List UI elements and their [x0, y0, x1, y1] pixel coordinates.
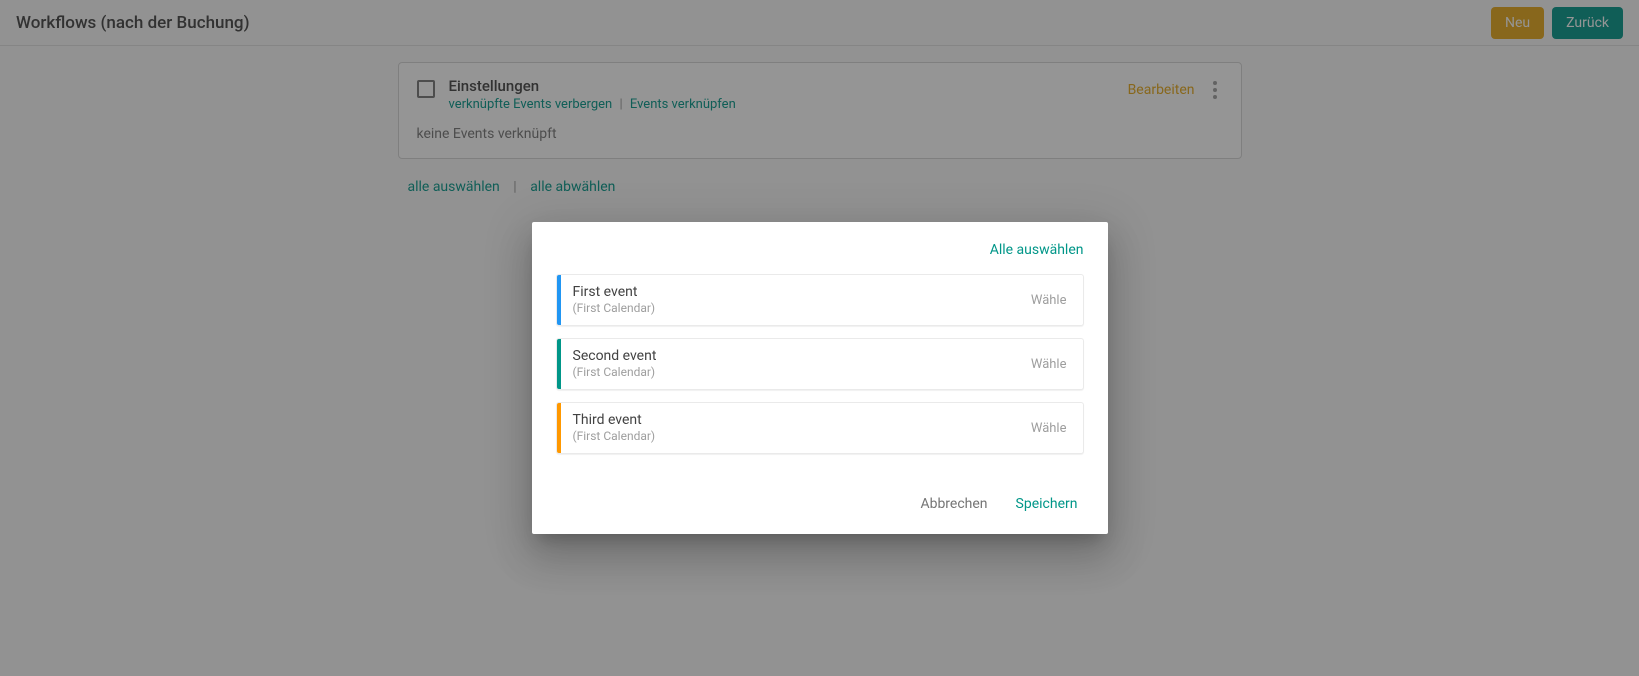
choose-event-button[interactable]: Wähle — [1031, 357, 1083, 372]
modal-overlay[interactable]: Alle auswählen First event(First Calenda… — [0, 0, 1639, 676]
event-text: Third event(First Calendar) — [561, 403, 1031, 453]
event-item[interactable]: First event(First Calendar)Wähle — [556, 274, 1084, 326]
modal-header: Alle auswählen — [532, 222, 1108, 266]
event-name: Second event — [573, 347, 1019, 365]
event-item[interactable]: Third event(First Calendar)Wähle — [556, 402, 1084, 454]
choose-event-button[interactable]: Wähle — [1031, 293, 1083, 308]
modal-footer: Abbrechen Speichern — [532, 478, 1108, 534]
event-calendar: (First Calendar) — [573, 365, 1019, 381]
cancel-button[interactable]: Abbrechen — [906, 486, 1001, 522]
link-events-modal: Alle auswählen First event(First Calenda… — [532, 222, 1108, 534]
save-button[interactable]: Speichern — [1002, 486, 1092, 522]
event-text: First event(First Calendar) — [561, 275, 1031, 325]
event-name: Third event — [573, 411, 1019, 429]
event-name: First event — [573, 283, 1019, 301]
modal-select-all-link[interactable]: Alle auswählen — [990, 242, 1084, 258]
choose-event-button[interactable]: Wähle — [1031, 421, 1083, 436]
event-text: Second event(First Calendar) — [561, 339, 1031, 389]
event-calendar: (First Calendar) — [573, 429, 1019, 445]
event-calendar: (First Calendar) — [573, 301, 1019, 317]
event-item[interactable]: Second event(First Calendar)Wähle — [556, 338, 1084, 390]
modal-body: First event(First Calendar)WähleSecond e… — [532, 266, 1108, 478]
